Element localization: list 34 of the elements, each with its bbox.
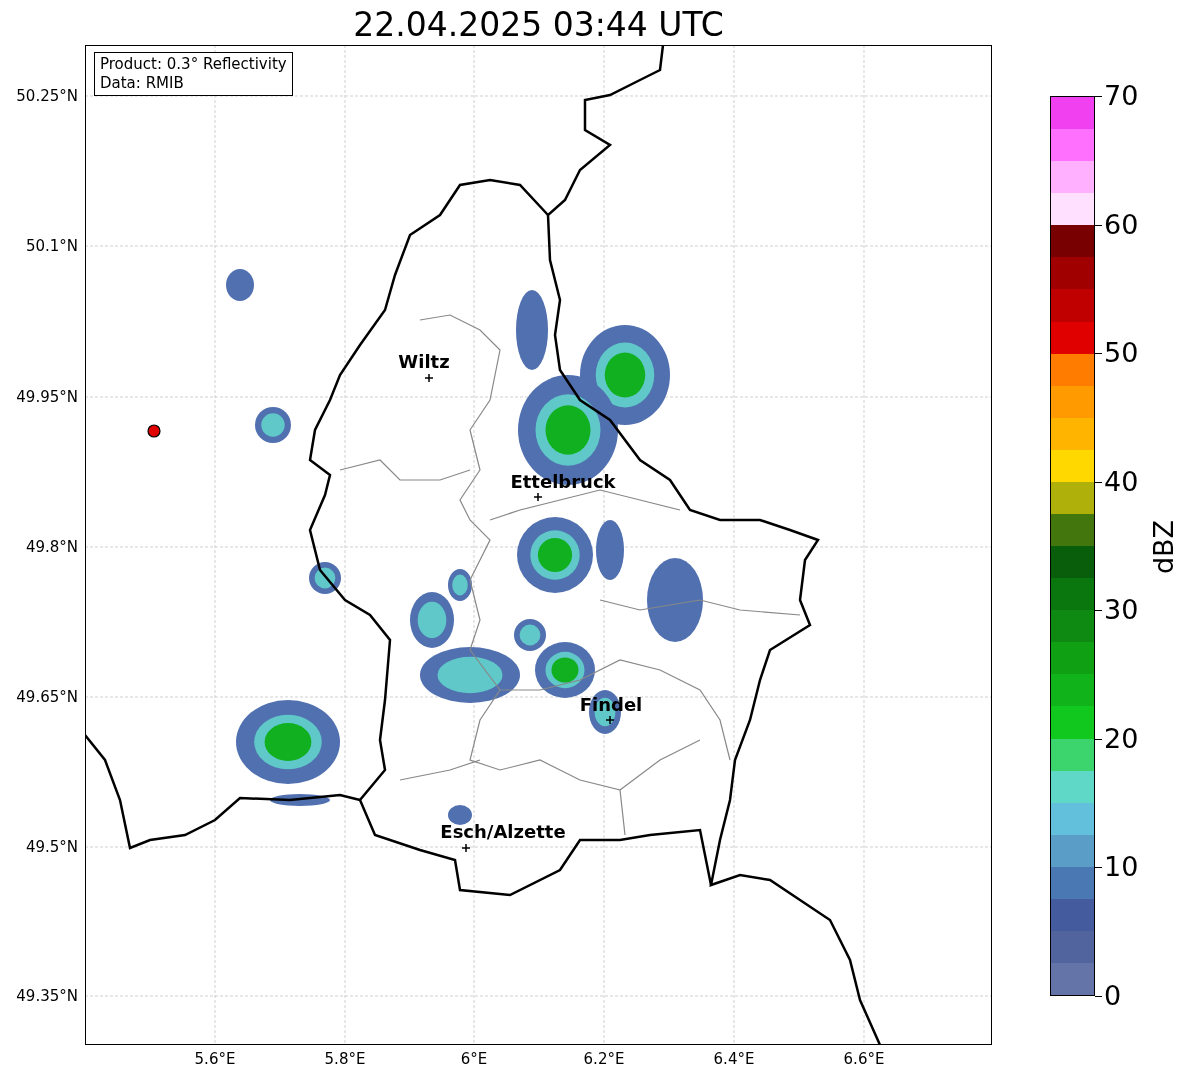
axis-tick-label: 6.4°E xyxy=(713,1050,755,1068)
city-marker-icon xyxy=(533,492,543,502)
axis-tick-label: 6°E xyxy=(460,1050,488,1068)
axis-tick-label: 49.65°N xyxy=(16,688,78,706)
axis-tick-label: 49.35°N xyxy=(16,987,78,1005)
city-marker-icon xyxy=(461,843,471,853)
axis-tick-label: 6.6°E xyxy=(843,1050,885,1068)
city-label: Findel xyxy=(579,695,643,715)
axis-tick-label: 50.1°N xyxy=(25,237,78,255)
axis-tick-label: 49.95°N xyxy=(16,388,78,406)
city-label: Wiltz xyxy=(398,352,450,372)
colorbar-tick-label: 20 xyxy=(1104,723,1139,754)
colorbar-tick-label: 50 xyxy=(1104,338,1139,369)
colorbar-tick-label: 70 xyxy=(1104,81,1139,111)
colorbar-tick-label: 60 xyxy=(1104,209,1139,240)
city-label: Esch/Alzette xyxy=(440,822,566,842)
axis-tick-label: 50.25°N xyxy=(16,87,78,105)
chart-title: 22.04.2025 03:44 UTC xyxy=(353,5,724,44)
colorbar-tick-label: 30 xyxy=(1104,595,1139,626)
axis-tick-label: 6.2°E xyxy=(583,1050,625,1068)
info-text: Data: RMIB xyxy=(100,74,185,93)
axis-tick-label: 49.8°N xyxy=(25,538,78,556)
colorbar-label: dBZ xyxy=(1149,519,1180,575)
axis-tick-label: 49.5°N xyxy=(25,838,78,856)
colorbar-tick-label: 10 xyxy=(1104,852,1139,883)
colorbar-tick-label: 0 xyxy=(1104,981,1122,1011)
colorbar-tick-label: 40 xyxy=(1104,466,1139,497)
axis-tick-label: 5.8°E xyxy=(324,1050,366,1068)
axis-tick-label: 5.6°E xyxy=(194,1050,236,1068)
city-marker-icon xyxy=(424,373,434,383)
city-marker-icon xyxy=(605,715,615,725)
info-text: Product: 0.3° Reflectivity xyxy=(100,55,287,74)
radar-station-icon xyxy=(147,424,161,438)
city-label: Ettelbruck xyxy=(510,472,616,492)
